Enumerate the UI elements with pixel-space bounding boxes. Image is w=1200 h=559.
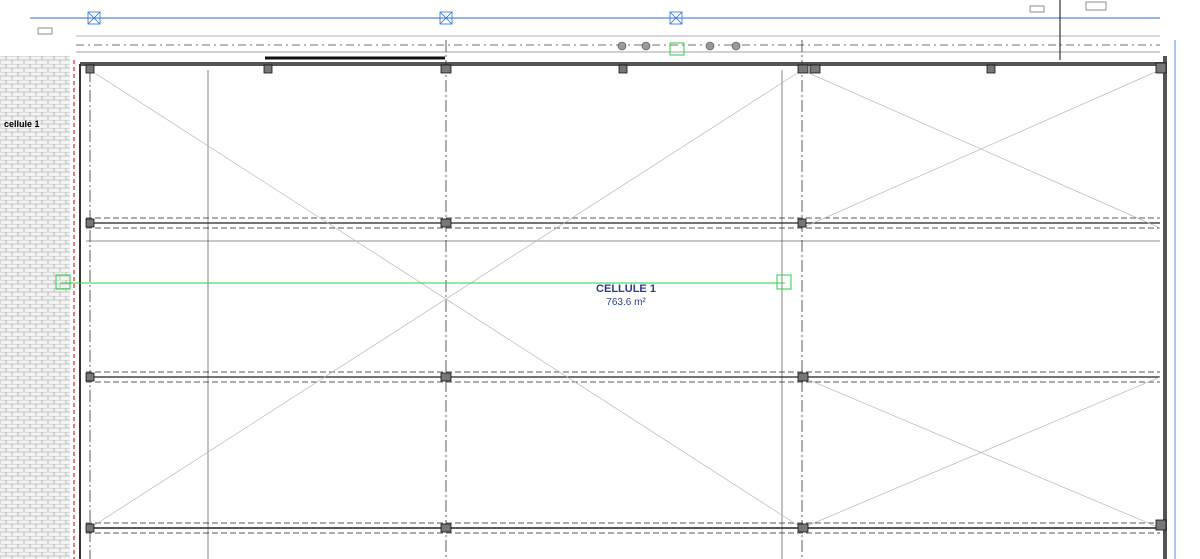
brick-wall [0,56,70,559]
cell-area: 763.6 m² [606,297,646,308]
side-label: cellule 1 [4,119,40,129]
floor-plan-drawing: CELLULE 1 763.6 m² cellule 1 [0,0,1176,559]
column-grid [89,40,803,559]
cell-title: CELLULE 1 [596,283,656,295]
purlins [86,217,1160,534]
